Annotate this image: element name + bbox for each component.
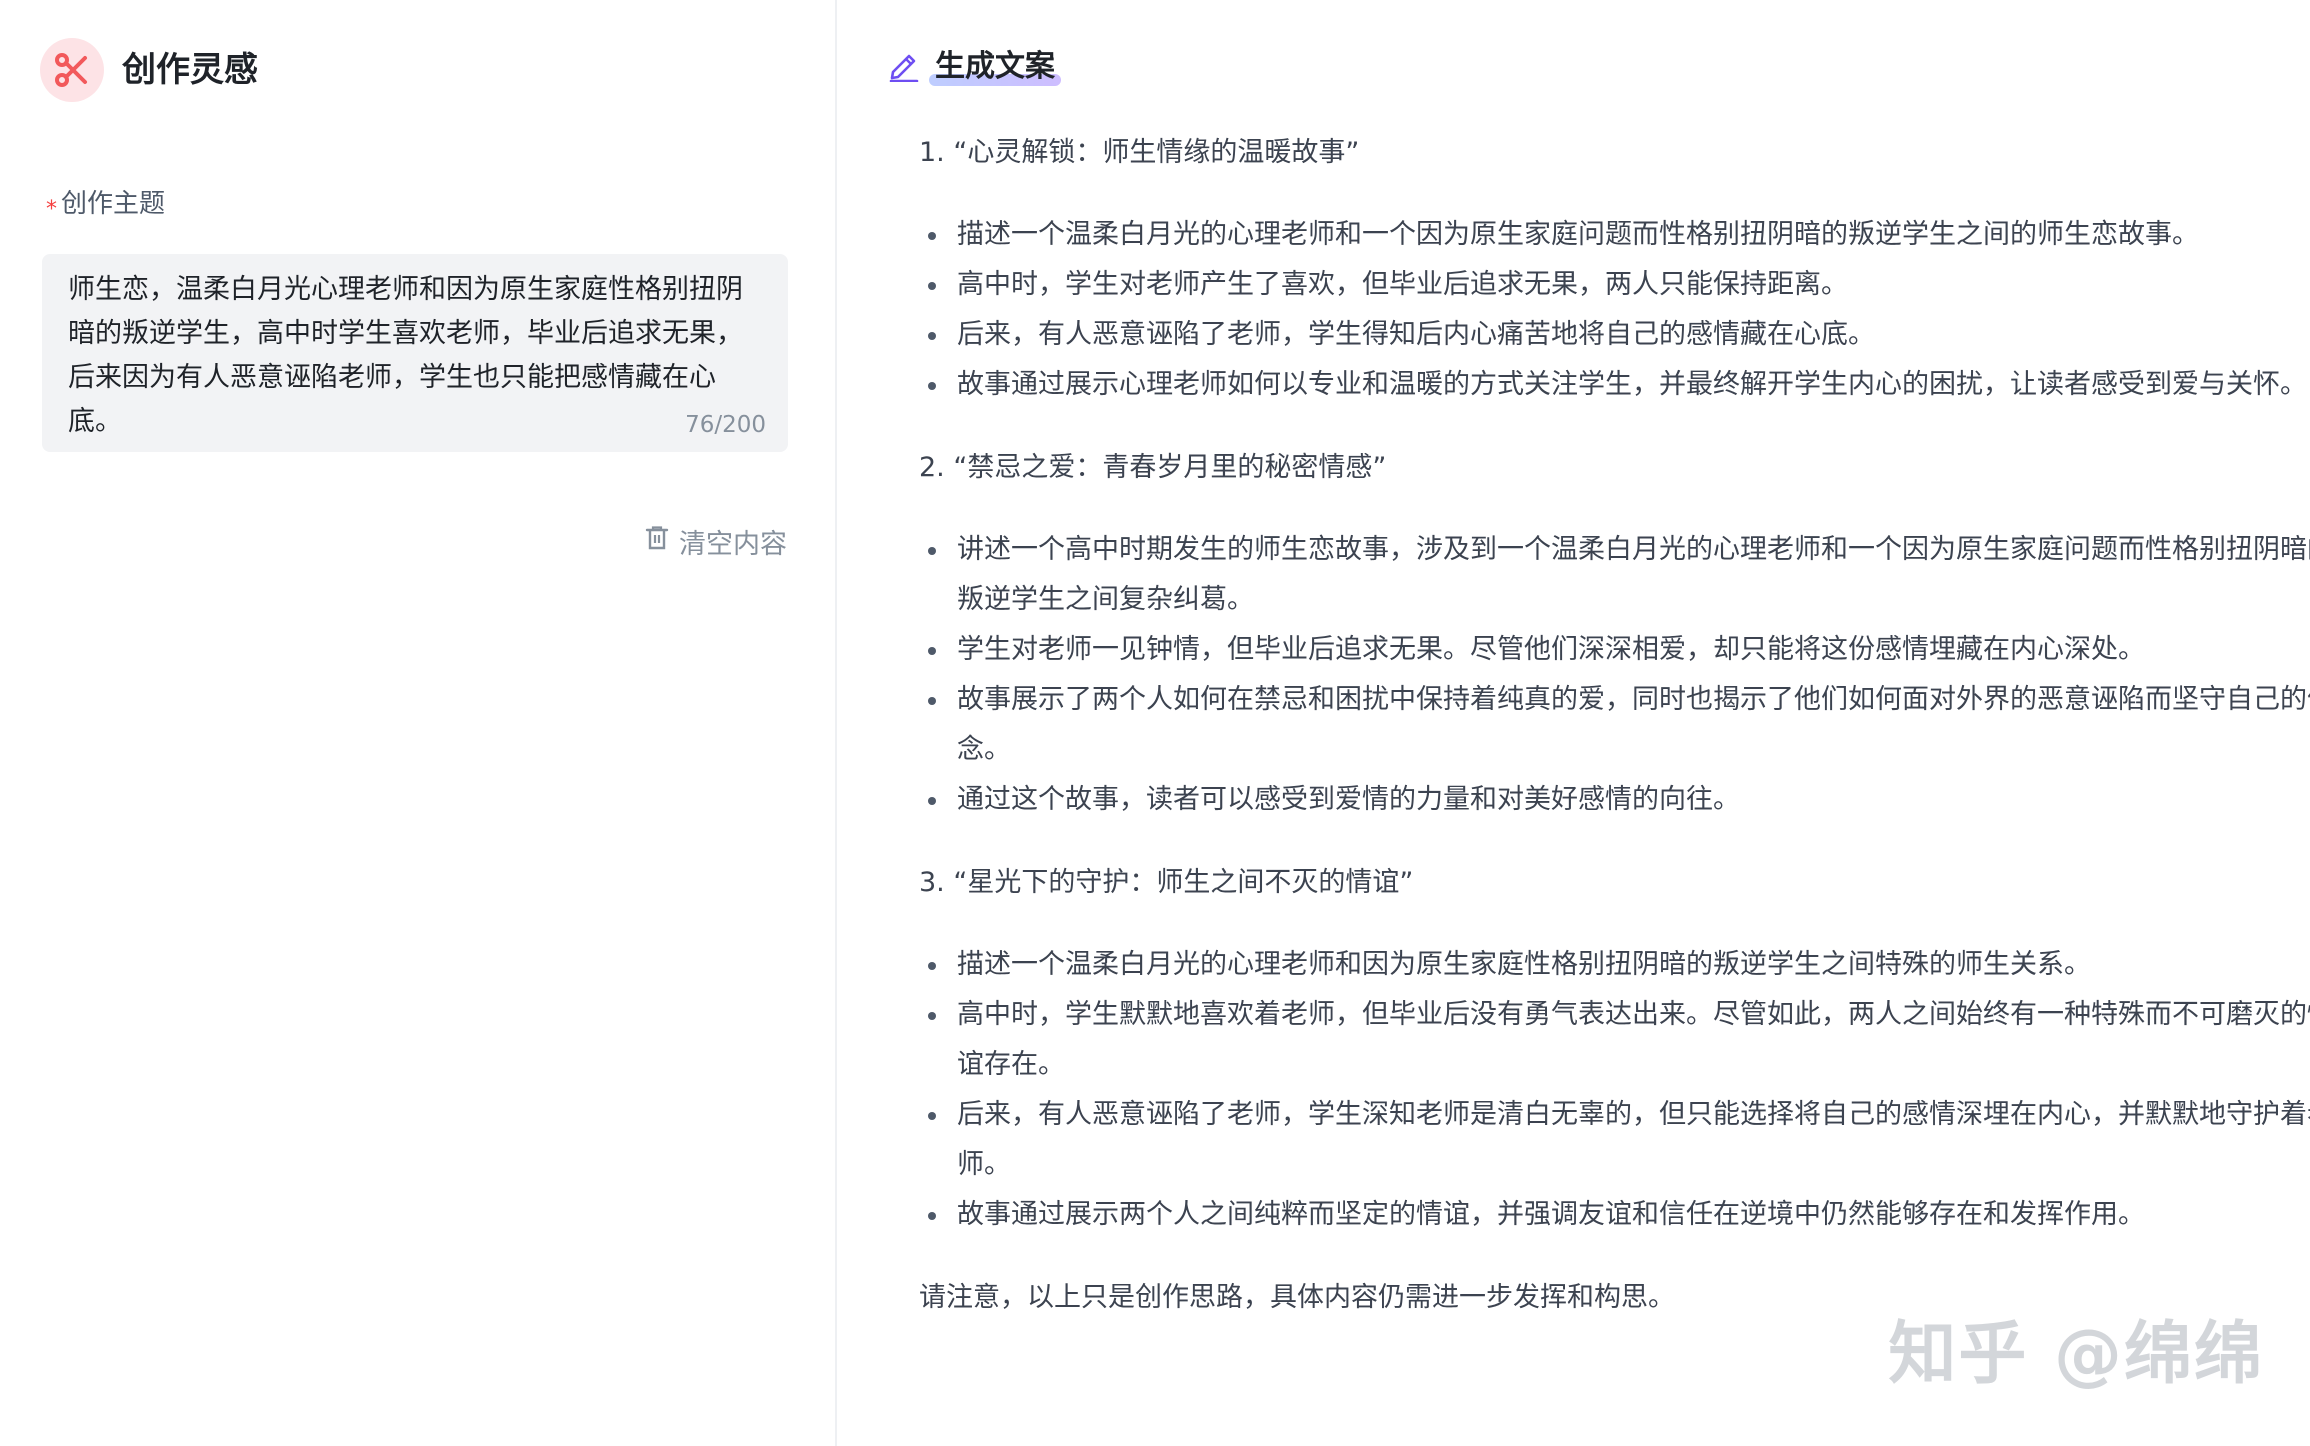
list-item: 高中时，学生默默地喜欢着老师，但毕业后没有勇气表达出来。尽管如此，两人之间始终有… [919, 990, 2310, 1090]
list-item: 讲述一个高中时期发生的师生恋故事，涉及到一个温柔白月光的心理老师和一个因为原生家… [919, 525, 2310, 625]
topic-label: * 创作主题 [46, 186, 165, 224]
result-title: 生成文案 [929, 44, 1061, 90]
section-heading: 2. “禁忌之爱：青春岁月里的秘密情感” [919, 452, 1387, 483]
result-title-text: 生成文案 [935, 49, 1055, 84]
result-content: 1. “心灵解锁：师生情缘的温暖故事” 描述一个温柔白月光的心理老师和一个因为原… [837, 128, 2310, 1323]
section-heading: 3. “星光下的守护：师生之间不灭的情谊” [919, 867, 1414, 898]
list-item: 后来，有人恶意诬陷了老师，学生得知后内心痛苦地将自己的感情藏在心底。 [919, 310, 2310, 360]
clear-content-label: 清空内容 [679, 529, 787, 560]
input-panel: 创作灵感 * 创作主题 师生恋，温柔白月光心理老师和因为原生家庭性格别扭阴暗的叛逆… [0, 0, 837, 1446]
required-mark: * [46, 197, 57, 222]
watermark: 知乎 @绵绵 [1888, 1315, 2264, 1394]
bullet-list: 描述一个温柔白月光的心理老师和因为原生家庭性格别扭阴暗的叛逆学生之间特殊的师生关… [919, 940, 2310, 1240]
section-heading: 1. “心灵解锁：师生情缘的温暖故事” [919, 137, 1360, 168]
topic-textarea[interactable]: 师生恋，温柔白月光心理老师和因为原生家庭性格别扭阴暗的叛逆学生，高中时学生喜欢老… [42, 254, 788, 452]
bullet-list: 讲述一个高中时期发生的师生恋故事，涉及到一个温柔白月光的心理老师和一个因为原生家… [919, 525, 2310, 825]
list-item: 学生对老师一见钟情，但毕业后追求无果。尽管他们深深相爱，却只能将这份感情埋藏在内… [919, 625, 2310, 675]
list-item: 高中时，学生对老师产生了喜欢，但毕业后追求无果，两人只能保持距离。 [919, 260, 2310, 310]
list-item: 故事通过展示心理老师如何以专业和温暖的方式关注学生，并最终解开学生内心的困扰，让… [919, 360, 2310, 410]
scissors-icon [40, 38, 104, 102]
topic-label-text: 创作主题 [61, 189, 166, 219]
pencil-icon [887, 48, 921, 86]
app-title: 创作灵感 [122, 50, 258, 90]
list-item: 故事通过展示两个人之间纯粹而坚定的情谊，并强调友谊和信任在逆境中仍然能够存在和发… [919, 1190, 2310, 1240]
list-item: 故事展示了两个人如何在禁忌和困扰中保持着纯真的爱，同时也揭示了他们如何面对外界的… [919, 675, 2310, 775]
clear-content-button[interactable]: 清空内容 [645, 522, 787, 561]
list-item: 描述一个温柔白月光的心理老师和一个因为原生家庭问题而性格别扭阴暗的叛逆学生之间的… [919, 210, 2310, 260]
trash-icon [645, 525, 669, 558]
char-counter: 76/200 [685, 412, 766, 438]
bullet-list: 描述一个温柔白月光的心理老师和一个因为原生家庭问题而性格别扭阴暗的叛逆学生之间的… [919, 210, 2310, 410]
topic-textarea-value[interactable]: 师生恋，温柔白月光心理老师和因为原生家庭性格别扭阴暗的叛逆学生，高中时学生喜欢老… [68, 268, 746, 444]
result-panel: 生成文案 1. “心灵解锁：师生情缘的温暖故事” 描述一个温柔白月光的心理老师和… [837, 0, 2310, 1446]
result-header: 生成文案 [887, 44, 1061, 90]
list-item: 描述一个温柔白月光的心理老师和因为原生家庭性格别扭阴暗的叛逆学生之间特殊的师生关… [919, 940, 2310, 990]
list-item: 通过这个故事，读者可以感受到爱情的力量和对美好感情的向往。 [919, 775, 2310, 825]
list-item: 后来，有人恶意诬陷了老师，学生深知老师是清白无辜的，但只能选择将自己的感情深埋在… [919, 1090, 2310, 1190]
